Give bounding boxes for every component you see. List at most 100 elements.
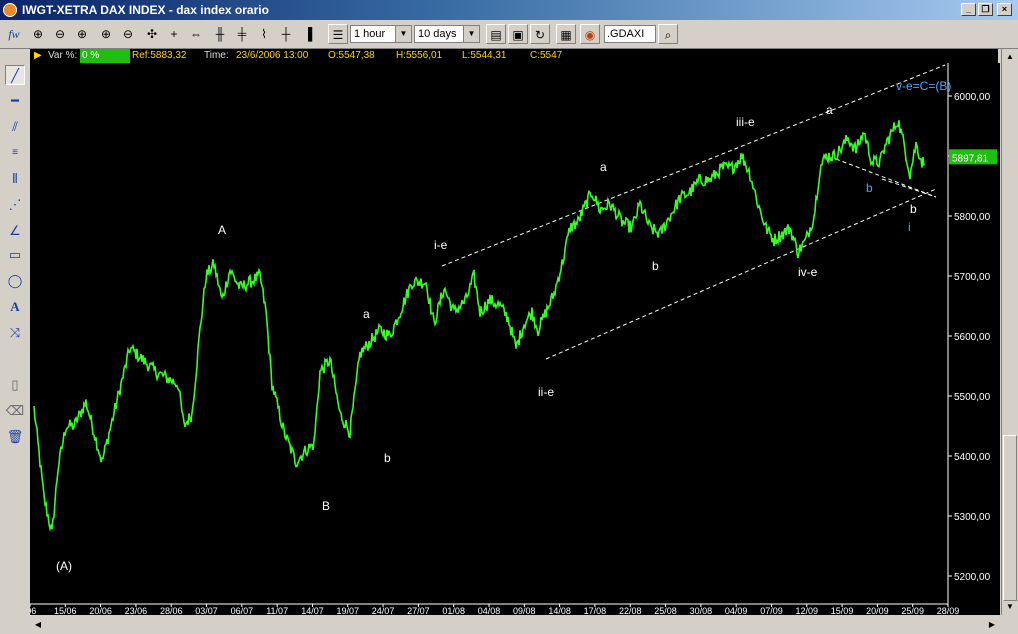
range-select[interactable]: 10 days ▼ <box>414 25 480 43</box>
x-tick-label: 25/09 <box>901 606 924 615</box>
wave-label: b <box>652 259 659 273</box>
wave-label: i-e <box>434 238 448 252</box>
vertical-scrollbar[interactable]: ▲ ▼ <box>1001 49 1018 615</box>
print-icon[interactable]: ▤ <box>486 24 506 44</box>
search-icon[interactable]: ⌕ <box>658 24 678 44</box>
zoom-out-icon[interactable]: ⊖ <box>50 24 70 44</box>
zoom-y-icon[interactable]: ⊖ <box>118 24 138 44</box>
x-tick-label: 15/06 <box>54 606 77 615</box>
volume-icon[interactable]: ▐ <box>298 24 318 44</box>
fit-icon[interactable]: ✣ <box>142 24 162 44</box>
open-value: O:5547,38 <box>328 50 375 61</box>
chevron-down-icon: ▼ <box>395 26 411 42</box>
range-value: 10 days <box>418 28 457 40</box>
x-tick-label: 12/09 <box>796 606 819 615</box>
wave-label: b <box>866 181 873 195</box>
zoom-area-icon[interactable]: ⊕ <box>72 24 92 44</box>
x-tick-label: 15/09 <box>831 606 854 615</box>
y-tick-label: 5700,00 <box>954 272 991 283</box>
trendline-tool-icon[interactable]: ╱ <box>5 65 25 85</box>
fan-icon[interactable]: ⋰ <box>5 195 25 215</box>
x-tick-label: 28/06 <box>160 606 183 615</box>
chart-canvas[interactable]: 6000,005900,005800,005700,005600,005500,… <box>24 63 1000 616</box>
crosshair-icon[interactable]: + <box>164 24 184 44</box>
rectangle-icon[interactable]: ▭ <box>5 245 25 265</box>
channel-line <box>441 64 946 267</box>
properties-icon[interactable]: ☰ <box>328 24 348 44</box>
wave-label: B <box>322 499 330 513</box>
refresh-icon[interactable]: ↻ <box>530 24 550 44</box>
x-tick-label: 04/09 <box>725 606 748 615</box>
x-tick-label: 06/07 <box>231 606 254 615</box>
restore-button[interactable]: ❐ <box>978 3 993 16</box>
wave-label: (A) <box>56 559 72 573</box>
app-logo-icon <box>3 3 17 17</box>
line-chart-icon[interactable]: ⌇ <box>254 24 274 44</box>
scroll-right-icon[interactable]: ▶ <box>984 617 1000 633</box>
scroll-down-icon[interactable]: ▼ <box>1002 599 1018 615</box>
wave-label: a <box>600 160 607 174</box>
chevron-down-icon: ▼ <box>463 26 479 42</box>
text-tool-icon[interactable]: A <box>5 297 25 317</box>
ellipse-icon[interactable]: ◯ <box>5 271 25 291</box>
x-tick-label: 14/07 <box>301 606 324 615</box>
y-tick-label: 5500,00 <box>954 392 991 403</box>
drawing-toolbar: ╱ ━ ⫽ ≡ ⦀ ⋰ ∠ ▭ ◯ A ⤨ ▯ ⌫ 🗑 <box>0 63 30 634</box>
scroll-left-icon[interactable]: ◀ <box>30 617 46 633</box>
x-tick-label: 14/08 <box>548 606 571 615</box>
x-tick-label: 17/08 <box>584 606 607 615</box>
ohlc-icon[interactable]: ┼ <box>276 24 296 44</box>
x-tick-label: 30/08 <box>690 606 713 615</box>
quote-info-bar: ▶ Var %: 0 % Ref:5883,32 Time: 23/6/2006… <box>30 49 998 63</box>
play-icon: ▶ <box>34 50 42 61</box>
var-value: 0 % <box>80 49 130 63</box>
cursor-line-icon[interactable]: ⤨ <box>5 323 25 343</box>
scroll-icon[interactable]: ⇔ <box>186 24 206 44</box>
minimize-button[interactable]: _ <box>961 3 976 16</box>
vertical-lines-icon[interactable]: ⦀ <box>5 169 25 189</box>
low-value: L:5544,31 <box>462 50 507 61</box>
wave-label: a <box>363 307 370 321</box>
zoom-in-icon[interactable]: ⊕ <box>28 24 48 44</box>
channel-line <box>545 188 937 360</box>
x-tick-label: 24/07 <box>372 606 395 615</box>
fibonacci-icon[interactable]: ≡ <box>5 143 25 163</box>
wave-label: b <box>910 202 917 216</box>
parallel-lines-icon[interactable]: ⫽ <box>5 117 25 137</box>
price-series <box>33 120 925 532</box>
var-label: Var %: <box>48 50 78 61</box>
horizontal-line-icon[interactable]: ━ <box>5 91 25 111</box>
bar-chart-icon[interactable]: ╫ <box>210 24 230 44</box>
wave-label: A <box>218 223 226 237</box>
globe-icon[interactable]: ◉ <box>580 24 600 44</box>
angle-icon[interactable]: ∠ <box>5 221 25 241</box>
vertical-scroll-thumb[interactable] <box>1003 435 1017 601</box>
trash-icon[interactable]: 🗑 <box>5 427 25 447</box>
horizontal-scrollbar[interactable]: ◀ ▶ <box>30 617 1000 633</box>
scroll-up-icon[interactable]: ▲ <box>1002 49 1018 65</box>
time-label: Time: <box>204 50 229 61</box>
x-tick-label: 20/06 <box>89 606 112 615</box>
toolbar: fw ⊕ ⊖ ⊕ ⊕ ⊖ ✣ + ⇔ ╫ ╪ ⌇ ┼ ▐ ☰ 1 hour ▼ 1… <box>0 20 1018 49</box>
wave-label: ii-e <box>538 385 554 399</box>
x-tick-label: 07/09 <box>760 606 783 615</box>
symbol-field[interactable]: .GDAXI <box>604 25 656 43</box>
x-tick-label: 27/07 <box>407 606 430 615</box>
interval-value: 1 hour <box>354 28 386 40</box>
title-bar: IWGT-XETRA DAX INDEX - dax index orario … <box>0 0 1018 20</box>
price-chart[interactable]: 6000,005900,005800,005700,005600,005500,… <box>24 63 1000 616</box>
eraser-icon[interactable]: ⌫ <box>5 401 25 421</box>
x-tick-label: 19/07 <box>337 606 360 615</box>
formula-icon[interactable]: fw <box>4 24 24 44</box>
candle-chart-icon[interactable]: ╪ <box>232 24 252 44</box>
calendar-icon[interactable]: ▦ <box>556 24 576 44</box>
window-title: IWGT-XETRA DAX INDEX - dax index orario <box>22 3 269 17</box>
close-button[interactable]: × <box>997 3 1012 16</box>
save-icon[interactable]: ▣ <box>508 24 528 44</box>
color-picker-icon[interactable]: ▯ <box>5 375 25 395</box>
y-tick-label: 5200,00 <box>954 572 991 583</box>
x-tick-label: 28/09 <box>937 606 960 615</box>
x-tick-label: 23/06 <box>125 606 148 615</box>
zoom-x-icon[interactable]: ⊕ <box>96 24 116 44</box>
interval-select[interactable]: 1 hour ▼ <box>350 25 412 43</box>
